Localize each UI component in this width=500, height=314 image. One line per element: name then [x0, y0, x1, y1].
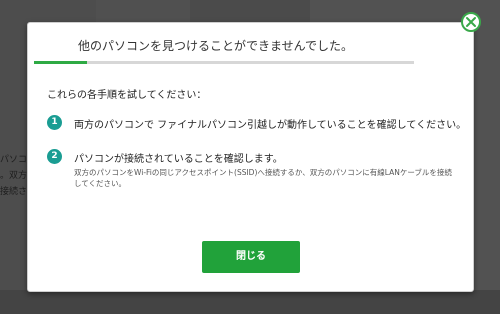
background-text-line: 接続され	[0, 187, 30, 197]
background-text: パソコン 。双方 接続され	[0, 152, 30, 200]
progress-bar	[34, 61, 414, 64]
progress-bar-fill	[34, 61, 88, 64]
step-text: パソコンが接続されていることを確認します。	[74, 154, 283, 165]
background-text-line: 。双方	[0, 171, 28, 181]
step-number-badge: 1	[47, 115, 62, 130]
instructions-heading: これらの各手順を試してください：	[47, 90, 207, 101]
close-icon[interactable]	[461, 12, 481, 32]
background-text-line: パソコン	[0, 155, 30, 165]
close-button[interactable]: 閉じる	[202, 241, 300, 273]
background-bottom-bar	[0, 290, 500, 314]
close-icon-glyph	[466, 17, 476, 27]
connection-error-dialog: 他のパソコンを見つけることができませんでした。 これらの各手順を試してください：…	[27, 22, 474, 292]
dialog-title: 他のパソコンを見つけることができませんでした。	[78, 39, 354, 53]
step-subtext: 双方のパソコンをWi-Fiの同じアクセスポイント(SSID)へ接続するか、双方の…	[74, 168, 452, 188]
step-number-badge: 2	[47, 149, 62, 164]
step-text: 両方のパソコンで ファイナルパソコン引越しが動作していることを確認してください。	[74, 120, 467, 131]
